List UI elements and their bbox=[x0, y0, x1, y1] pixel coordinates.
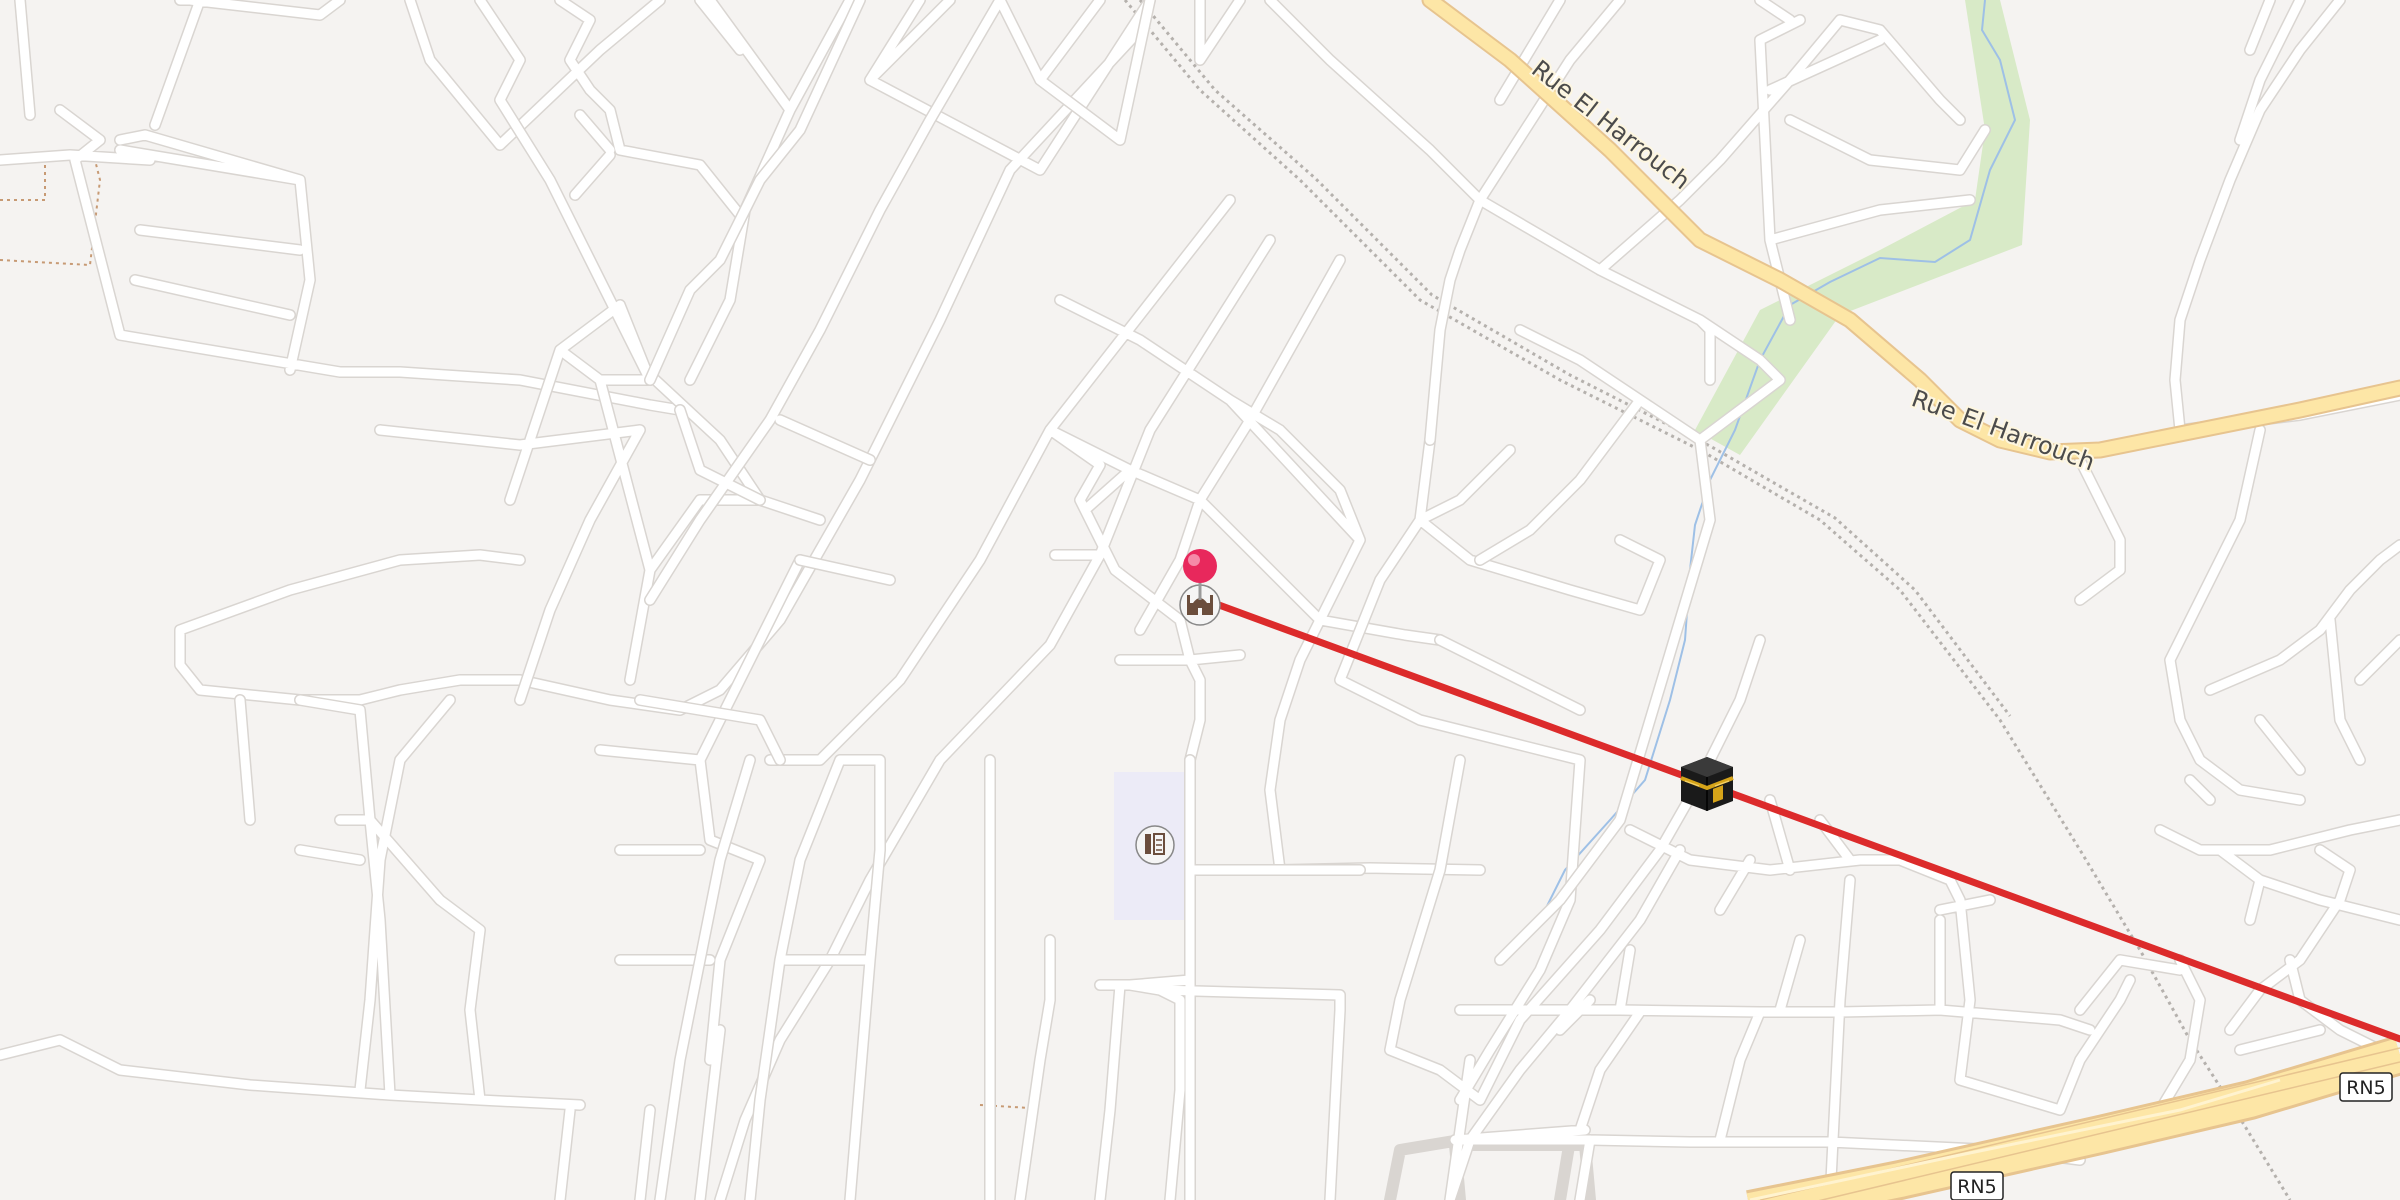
school-icon[interactable] bbox=[1135, 825, 1175, 865]
route-shield-label: RN5 bbox=[2346, 1077, 2386, 1099]
route-shield-rn5-south[interactable]: RN5 bbox=[1950, 1171, 2004, 1200]
map-canvas[interactable]: Rue El Harrouch Rue El Harrouch RN5 RN5 bbox=[0, 0, 2400, 1200]
kaaba-icon[interactable] bbox=[1680, 757, 1734, 811]
route-shield-rn5-east[interactable]: RN5 bbox=[2339, 1072, 2393, 1102]
route-shield-label: RN5 bbox=[1957, 1176, 1997, 1198]
